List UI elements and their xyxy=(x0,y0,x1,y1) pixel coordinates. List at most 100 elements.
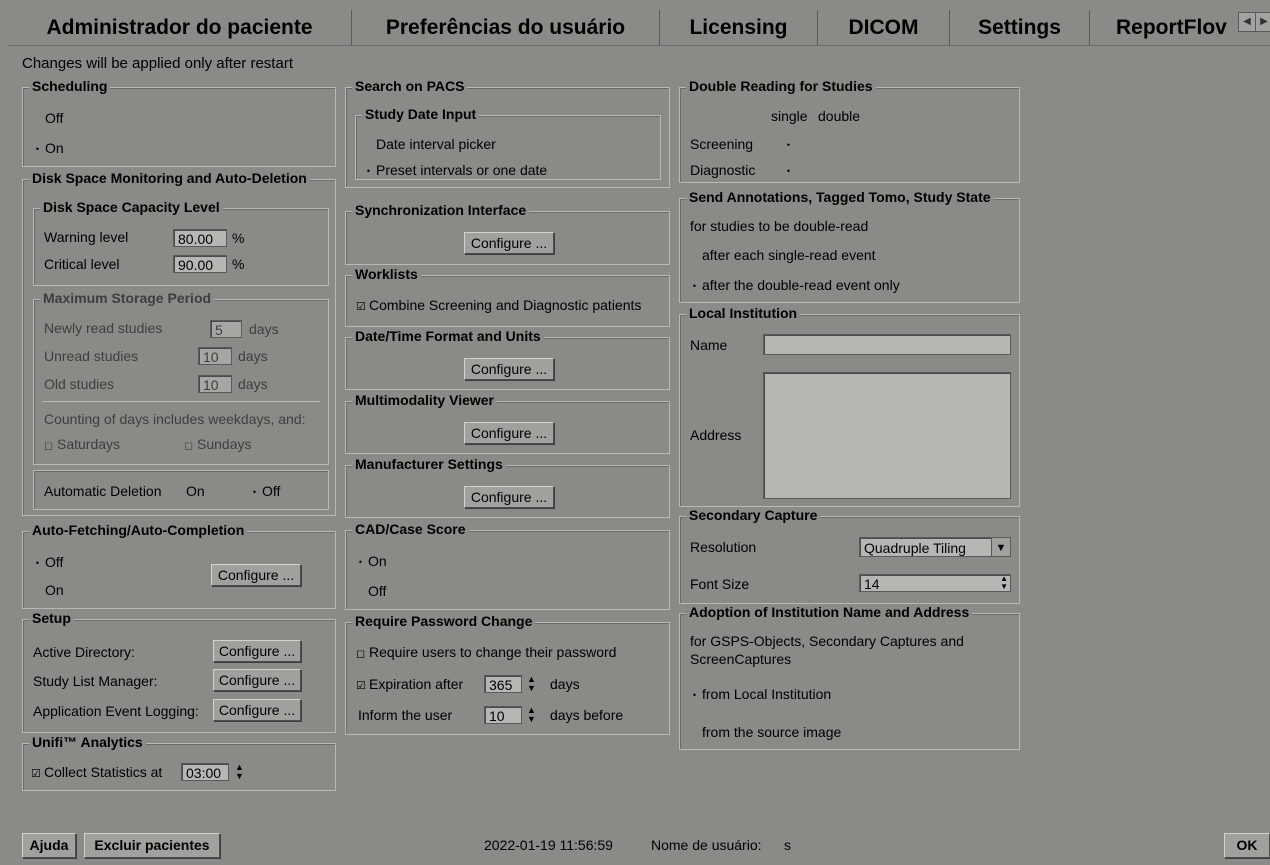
ok-button[interactable]: OK xyxy=(1224,833,1270,858)
font-size-label: Font Size xyxy=(690,576,750,592)
checkbox-checked-icon: ☑ xyxy=(356,679,366,692)
collect-time-input[interactable]: 03:00 xyxy=(181,763,229,781)
tab-user-preferences[interactable]: Preferências do usuário xyxy=(352,10,660,46)
radio-selected-icon: • xyxy=(366,165,371,176)
combine-patients-checkbox[interactable]: ☑ Combine Screening and Diagnostic patien… xyxy=(356,297,641,313)
radio-selected-icon: • xyxy=(692,689,697,700)
diagnostic-single-radio[interactable]: • xyxy=(784,162,796,178)
study-list-manager-label: Study List Manager: xyxy=(33,673,158,689)
unread-input[interactable]: 10 xyxy=(198,347,232,365)
datetime-format-title: Date/Time Format and Units xyxy=(352,328,544,344)
screening-label: Screening xyxy=(690,136,754,152)
sundays-checkbox[interactable]: ◻ Sundays xyxy=(184,436,251,452)
from-local-institution-radio[interactable]: • from Local Institution xyxy=(690,686,831,702)
auto-deletion-off-radio[interactable]: • Off xyxy=(250,483,281,499)
preset-intervals-radio[interactable]: • Preset intervals or one date xyxy=(364,162,547,178)
tab-licensing[interactable]: Licensing xyxy=(660,10,818,46)
critical-level-input[interactable]: 90.00 xyxy=(173,255,227,273)
inform-spinner-icon[interactable]: ▲ ▼ xyxy=(525,706,538,724)
single-read-event-radio[interactable]: after each single-read event xyxy=(690,247,876,263)
saturdays-checkbox[interactable]: ◻ Saturdays xyxy=(44,436,120,452)
multimodality-group: Multimodality Viewer Configure ... xyxy=(345,392,670,454)
sync-configure-button[interactable]: Configure ... xyxy=(464,232,554,254)
auto-fetching-configure-button[interactable]: Configure ... xyxy=(211,564,301,586)
double-read-note: for studies to be double-read xyxy=(690,218,869,234)
screening-double-radio[interactable] xyxy=(834,136,846,152)
scheduling-title: Scheduling xyxy=(29,78,111,94)
collect-statistics-checkbox[interactable]: ☑ Collect Statistics at xyxy=(31,764,162,780)
resolution-label: Resolution xyxy=(690,539,757,555)
tab-reportflow[interactable]: ReportFlov xyxy=(1090,10,1240,46)
study-date-input-group: Study Date Input Date interval picker • P… xyxy=(355,106,661,180)
unread-label: Unread studies xyxy=(44,348,139,364)
radio-selected-icon: • xyxy=(35,557,40,568)
unread-days: days xyxy=(238,348,268,364)
old-studies-input[interactable]: 10 xyxy=(198,375,232,393)
resolution-select[interactable]: Quadruple Tiling ▼ xyxy=(859,537,1011,557)
event-logging-configure-button[interactable]: Configure ... xyxy=(213,699,301,721)
require-password-checkbox[interactable]: ◻ Require users to change their password xyxy=(356,644,616,660)
radio-empty-icon xyxy=(690,729,699,738)
tab-scroll-left-icon[interactable]: ◀ xyxy=(1238,12,1256,32)
auto-deletion-on-radio[interactable]: On xyxy=(174,483,205,499)
delete-patients-button[interactable]: Excluir pacientes xyxy=(84,833,220,858)
scheduling-group: Scheduling Off • On xyxy=(22,78,336,167)
send-annotations-title: Send Annotations, Tagged Tomo, Study Sta… xyxy=(686,189,994,205)
active-directory-configure-button[interactable]: Configure ... xyxy=(213,640,301,662)
local-institution-title: Local Institution xyxy=(686,305,801,321)
expiration-checkbox[interactable]: ☑ Expiration after xyxy=(356,676,463,692)
warning-level-input[interactable]: 80.00 xyxy=(173,229,227,247)
sync-interface-title: Synchronization Interface xyxy=(352,202,530,218)
tab-patient-admin[interactable]: Administrador do paciente xyxy=(8,10,352,46)
expiration-input[interactable]: 365 xyxy=(484,675,522,693)
diagnostic-double-radio[interactable] xyxy=(834,162,846,178)
tab-settings[interactable]: Settings xyxy=(950,10,1090,46)
newly-read-days: days xyxy=(249,321,279,337)
study-list-manager-configure-button[interactable]: Configure ... xyxy=(213,669,301,691)
status-datetime: 2022-01-19 11:56:59 xyxy=(484,837,613,853)
radio-empty-icon xyxy=(834,141,843,150)
secondary-capture-title: Secondary Capture xyxy=(686,507,821,523)
cad-off-radio[interactable]: Off xyxy=(356,583,386,599)
scheduling-on-radio[interactable]: • On xyxy=(33,140,64,156)
resolution-value: Quadruple Tiling xyxy=(864,540,966,556)
radio-selected-icon: • xyxy=(786,165,791,176)
diagnostic-label: Diagnostic xyxy=(690,162,756,178)
auto-fetching-off-radio[interactable]: • Off xyxy=(33,554,64,570)
auto-fetching-on-radio[interactable]: On xyxy=(33,582,64,598)
institution-name-input[interactable] xyxy=(763,334,1011,355)
screening-single-radio[interactable]: • xyxy=(784,136,796,152)
checkbox-checked-icon: ☑ xyxy=(356,300,366,313)
time-spinner-icon[interactable]: ▲ ▼ xyxy=(233,763,246,781)
double-read-event-radio[interactable]: • after the double-read event only xyxy=(690,277,900,293)
multimodality-configure-button[interactable]: Configure ... xyxy=(464,422,554,444)
divider xyxy=(42,401,320,402)
double-column-label: double xyxy=(818,108,861,124)
radio-empty-icon xyxy=(364,141,373,150)
manufacturer-group: Manufacturer Settings Configure ... xyxy=(345,456,670,518)
cad-on-radio[interactable]: • On xyxy=(356,553,387,569)
tab-dicom[interactable]: DICOM xyxy=(818,10,950,46)
expiration-spinner-icon[interactable]: ▲ ▼ xyxy=(525,675,538,693)
analytics-group: Unifi™ Analytics ☑ Collect Statistics at … xyxy=(22,734,336,791)
manufacturer-title: Manufacturer Settings xyxy=(352,456,506,472)
institution-name-label: Name xyxy=(690,337,728,353)
inform-input[interactable]: 10 xyxy=(484,706,522,724)
scheduling-off-radio[interactable]: Off xyxy=(33,110,63,126)
checkbox-empty-icon: ◻ xyxy=(44,439,54,452)
datetime-configure-button[interactable]: Configure ... xyxy=(464,358,554,380)
institution-address-label: Address xyxy=(690,427,742,443)
dropdown-arrow-icon: ▼ xyxy=(991,538,1010,556)
newly-read-input[interactable]: 5 xyxy=(210,320,242,338)
restart-note: Changes will be applied only after resta… xyxy=(22,55,293,72)
adoption-note-line2: ScreenCaptures xyxy=(690,651,792,667)
manufacturer-configure-button[interactable]: Configure ... xyxy=(464,486,554,508)
tab-scroll-right-icon[interactable]: ▶ xyxy=(1255,12,1270,32)
institution-address-input[interactable] xyxy=(763,372,1011,499)
from-source-image-radio[interactable]: from the source image xyxy=(690,724,841,740)
font-size-input[interactable]: 14 ▲ ▼ xyxy=(859,574,1011,592)
single-column-label: single xyxy=(771,108,808,124)
date-interval-radio[interactable]: Date interval picker xyxy=(364,136,496,152)
help-button[interactable]: Ajuda xyxy=(22,833,76,858)
double-reading-title: Double Reading for Studies xyxy=(686,78,876,94)
